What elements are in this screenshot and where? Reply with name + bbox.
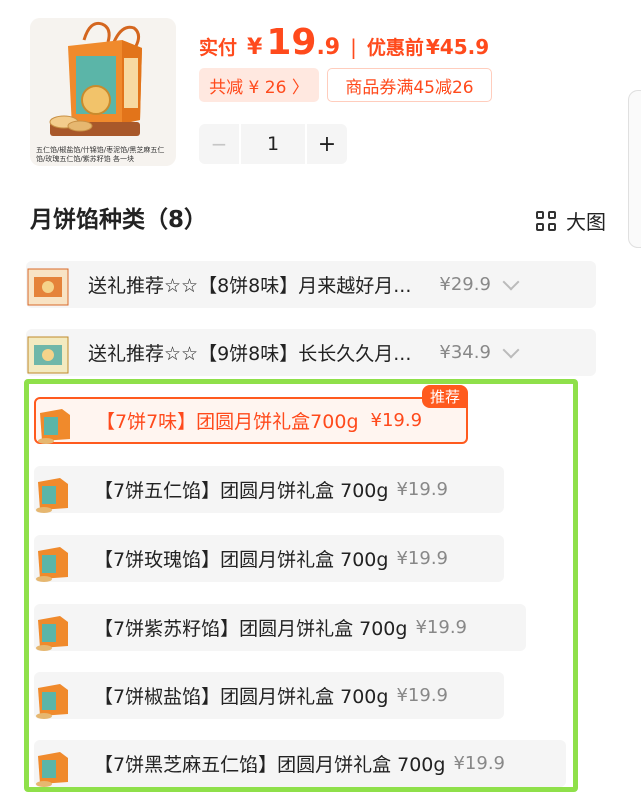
price-decimal: .9 [316, 35, 341, 60]
section-title: 月饼馅种类（8） [30, 207, 208, 233]
quantity-stepper: − 1 + [199, 124, 347, 164]
option-price: ¥34.9 [439, 342, 491, 363]
price-integer: 19 [266, 22, 317, 63]
option-label: 【7饼玫瑰馅】团圆月饼礼盒 700g [94, 549, 389, 571]
option-thumbnail [34, 470, 78, 513]
price-row: 实付 ¥ 19 .9 | 优惠前 ¥45.9 [199, 22, 490, 63]
increment-button[interactable]: + [307, 132, 347, 157]
option-thumbnail [34, 676, 78, 719]
option-thumbnail [34, 608, 78, 651]
option-label: 【7饼紫苏籽馅】团圆月饼礼盒 700g [94, 618, 408, 640]
paid-label: 实付 [199, 37, 238, 59]
option-row[interactable]: 送礼推荐☆☆【8饼8味】月来越好月... ¥29.9 [26, 261, 596, 308]
option-price: ¥19.9 [370, 410, 423, 431]
currency-symbol: ¥ [247, 35, 263, 60]
view-toggle-label: 大图 [566, 210, 606, 234]
edge-handle [628, 90, 641, 248]
quantity-value[interactable]: 1 [239, 124, 307, 164]
option-label: 【7饼黑芝麻五仁馅】团圆月饼礼盒 700g [94, 754, 446, 776]
original-price: ¥45.9 [425, 35, 490, 59]
price-separator: | [350, 35, 357, 59]
gift-box-illustration [30, 18, 176, 146]
product-image[interactable]: 五仁馅/椒盐馅/什锦馅/枣泥馅/黑芝麻五仁馅/玫瑰五仁馅/紫苏籽馅 各一块 [30, 18, 176, 166]
grid-icon [536, 210, 556, 231]
option-label: 送礼推荐☆☆【9饼8味】长长久久月... [88, 343, 412, 365]
option-row[interactable]: 【7饼黑芝麻五仁馅】团圆月饼礼盒 700g ¥19.9 [34, 740, 566, 787]
option-thumbnail [36, 401, 80, 444]
option-label: 【7饼椒盐馅】团圆月饼礼盒 700g [94, 686, 389, 708]
chevron-down-icon [502, 273, 520, 290]
decrement-button[interactable]: − [199, 132, 239, 156]
option-price: ¥19.9 [396, 548, 448, 569]
large-view-toggle[interactable]: 大图 [536, 206, 606, 235]
option-price: ¥19.9 [396, 685, 448, 706]
coupon-tag[interactable]: 商品券满45减26 [327, 68, 492, 102]
option-row[interactable]: 【7饼椒盐馅】团圆月饼礼盒 700g ¥19.9 [34, 672, 504, 719]
option-price: ¥19.9 [396, 479, 448, 500]
option-price: ¥19.9 [415, 617, 467, 638]
total-discount-tag[interactable]: 共减 ¥ 26 〉 [199, 68, 319, 102]
option-thumbnail [26, 333, 70, 373]
original-price-label: 优惠前 [366, 37, 424, 59]
option-row[interactable]: 【7饼玫瑰馅】团圆月饼礼盒 700g ¥19.9 [34, 535, 504, 582]
option-label: 【7饼7味】团圆月饼礼盒700g [96, 411, 359, 433]
option-label: 【7饼五仁馅】团圆月饼礼盒 700g [94, 480, 389, 502]
option-row[interactable]: 【7饼紫苏籽馅】团圆月饼礼盒 700g ¥19.9 [34, 604, 526, 651]
chevron-down-icon [502, 341, 520, 358]
product-caption: 五仁馅/椒盐馅/什锦馅/枣泥馅/黑芝麻五仁馅/玫瑰五仁馅/紫苏籽馅 各一块 [36, 146, 165, 163]
option-row-selected[interactable]: 【7饼7味】团圆月饼礼盒700g ¥19.9 推荐 [34, 385, 468, 444]
option-thumbnail [34, 744, 78, 787]
recommend-badge: 推荐 [421, 385, 468, 408]
option-thumbnail [34, 539, 78, 582]
option-thumbnail [26, 265, 70, 305]
option-price: ¥19.9 [453, 753, 505, 774]
option-row[interactable]: 【7饼五仁馅】团圆月饼礼盒 700g ¥19.9 [34, 466, 504, 513]
option-row[interactable]: 送礼推荐☆☆【9饼8味】长长久久月... ¥34.9 [26, 329, 596, 376]
option-label: 送礼推荐☆☆【8饼8味】月来越好月... [88, 275, 412, 297]
option-price: ¥29.9 [439, 274, 491, 295]
